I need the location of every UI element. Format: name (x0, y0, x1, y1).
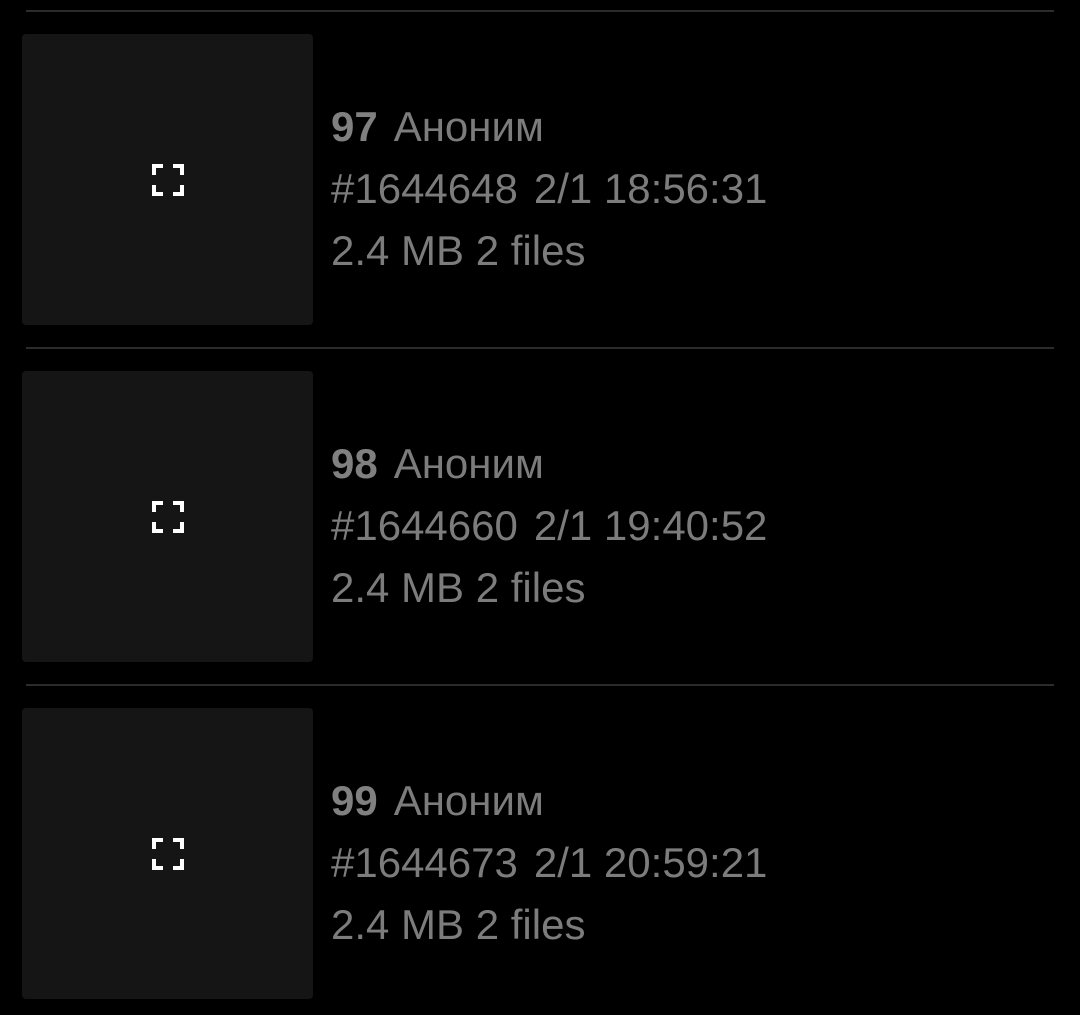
post-list: 97 Аноним #1644648 2/1 18:56:31 2.4 MB 2 f… (0, 0, 1080, 1015)
post-row[interactable]: 98 Аноним #1644660 2/1 19:40:52 2.4 MB 2 f… (0, 371, 1080, 663)
post-size: 2.4 MB (331, 564, 465, 611)
post-thumbnail[interactable] (22, 371, 313, 662)
post-size: 2.4 MB (331, 227, 465, 274)
post-files: 2 files (475, 227, 586, 274)
post-datetime: 2/1 20:59:21 (533, 839, 768, 886)
post-datetime: 2/1 18:56:31 (533, 165, 768, 212)
post-number: 99 (331, 777, 378, 824)
fullscreen-icon (151, 163, 184, 196)
post-meta: 99 Аноним #1644673 2/1 20:59:21 2.4 MB 2 f… (331, 770, 767, 956)
post-id: #1644648 (331, 165, 518, 212)
divider (26, 684, 1054, 686)
post-files: 2 files (475, 901, 586, 948)
post-row[interactable]: 97 Аноним #1644648 2/1 18:56:31 2.4 MB 2 f… (0, 34, 1080, 326)
post-meta: 97 Аноним #1644648 2/1 18:56:31 2.4 MB 2 f… (331, 96, 767, 282)
fullscreen-icon (151, 837, 184, 870)
post-number: 98 (331, 440, 378, 487)
post-number: 97 (331, 103, 378, 150)
post-id: #1644660 (331, 502, 518, 549)
post-thumbnail[interactable] (22, 34, 313, 325)
post-datetime: 2/1 19:40:52 (533, 502, 768, 549)
post-thumbnail[interactable] (22, 708, 313, 999)
post-id: #1644673 (331, 839, 518, 886)
post-meta: 98 Аноним #1644660 2/1 19:40:52 2.4 MB 2 f… (331, 433, 767, 619)
post-author: Аноним (393, 777, 544, 824)
divider (26, 10, 1054, 12)
post-author: Аноним (393, 440, 544, 487)
post-author: Аноним (393, 103, 544, 150)
divider (26, 347, 1054, 349)
fullscreen-icon (151, 500, 184, 533)
post-row[interactable]: 99 Аноним #1644673 2/1 20:59:21 2.4 MB 2 f… (0, 708, 1080, 1000)
post-size: 2.4 MB (331, 901, 465, 948)
post-files: 2 files (475, 564, 586, 611)
